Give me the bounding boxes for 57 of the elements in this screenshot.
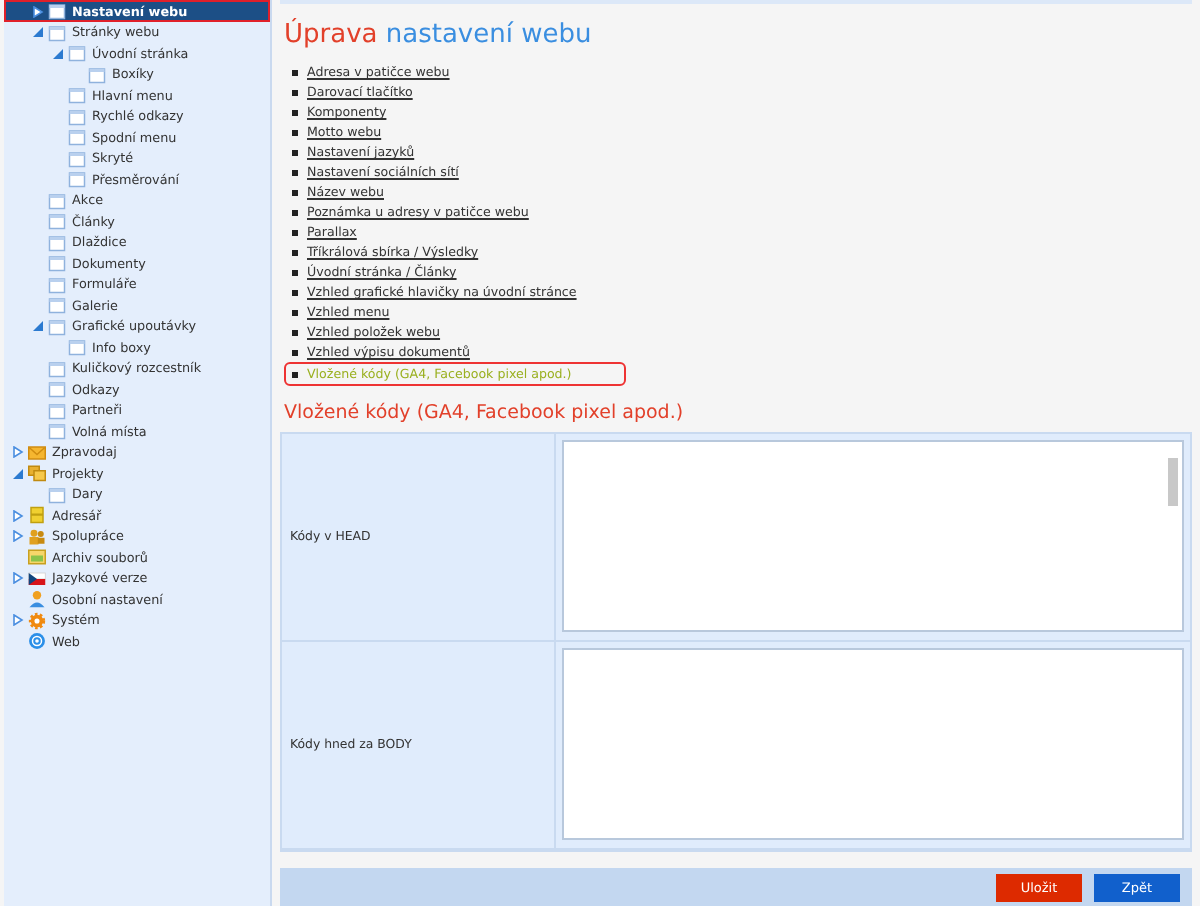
gear-icon: [28, 611, 46, 630]
page-icon: [68, 170, 86, 189]
expanded-triangle-icon[interactable]: [12, 467, 24, 480]
page-icon: [68, 86, 86, 105]
flag-icon: [28, 569, 46, 588]
bullet-icon: [292, 330, 297, 336]
page-title: Úprava nastavení webu: [284, 20, 594, 51]
book-icon: [28, 506, 46, 525]
page-icon: [48, 485, 66, 504]
bullet-icon: [292, 190, 297, 196]
page-icon: [48, 422, 66, 441]
page-icon: [68, 44, 86, 63]
page-icon: [48, 401, 66, 420]
bullet-icon: [292, 210, 297, 216]
bullet-icon: [292, 90, 297, 96]
folders-icon: [28, 464, 46, 483]
expanded-triangle-icon[interactable]: [32, 320, 44, 333]
code-textarea[interactable]: [562, 648, 1184, 841]
bullet-icon: [292, 230, 297, 236]
bullet-icon: [292, 170, 297, 176]
bullet-icon: [292, 372, 297, 378]
section-title: Vložené kódy (GA4, Facebook pixel apod.): [284, 402, 686, 425]
bullet-icon: [292, 70, 297, 76]
collapsed-triangle-icon[interactable]: [32, 5, 44, 17]
page-icon: [48, 2, 66, 20]
bullet-icon: [292, 250, 297, 256]
expanded-triangle-icon[interactable]: [32, 26, 44, 39]
expanded-triangle-icon[interactable]: [52, 47, 64, 60]
page-icon: [48, 212, 66, 231]
bullet-icon: [292, 270, 297, 276]
page-icon: [68, 338, 86, 357]
page-icon: [48, 233, 66, 252]
page-icon: [68, 107, 86, 126]
people-icon: [28, 527, 46, 546]
page-icon: [68, 149, 86, 168]
page-icon: [88, 65, 106, 84]
bullet-icon: [292, 150, 297, 156]
page-icon: [68, 128, 86, 147]
archive-icon: [28, 548, 46, 567]
page-icon: [48, 317, 66, 336]
page-icon: [48, 275, 66, 294]
page-icon: [48, 254, 66, 273]
bullet-icon: [292, 130, 297, 136]
envelope-icon: [28, 443, 46, 462]
page-icon: [48, 23, 66, 42]
scrollbar[interactable]: [1168, 458, 1178, 507]
bullet-icon: [292, 110, 297, 116]
page-icon: [48, 191, 66, 210]
globe-icon: [28, 632, 46, 651]
page-icon: [48, 296, 66, 315]
page-icon: [48, 359, 66, 378]
bullet-icon: [292, 290, 297, 296]
bullet-icon: [292, 350, 297, 356]
person-icon: [28, 590, 46, 609]
code-textarea[interactable]: [562, 440, 1184, 633]
bullet-icon: [292, 310, 297, 316]
page-icon: [48, 380, 66, 399]
